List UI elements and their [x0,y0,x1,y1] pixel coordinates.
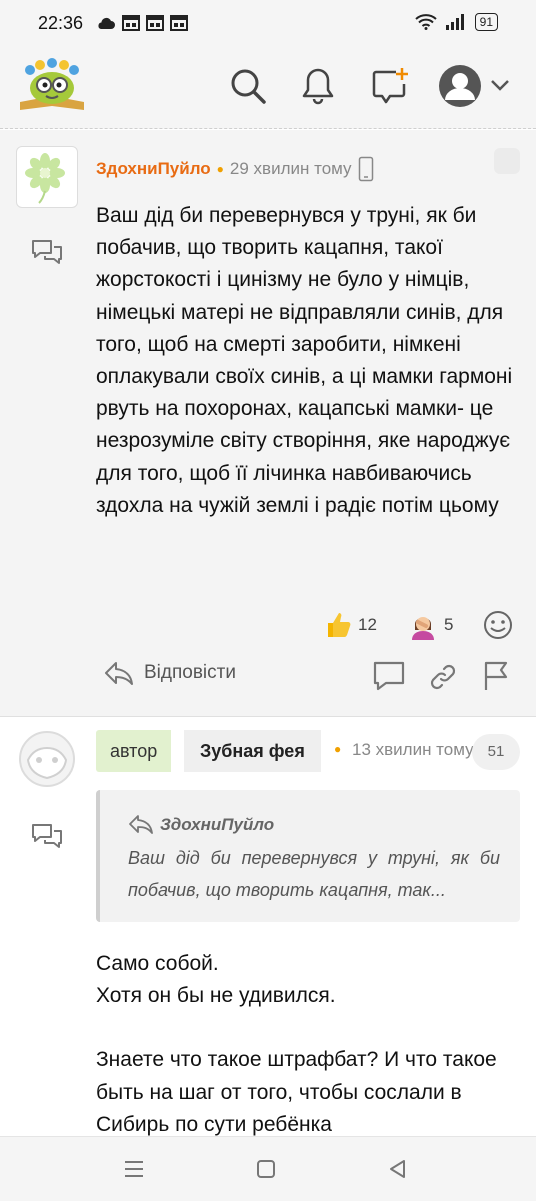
back-icon[interactable] [386,1157,410,1181]
author-badge: автор [96,730,172,772]
link-icon[interactable] [428,662,458,692]
calendar-icon [122,15,140,31]
comment: ЗдохниПуйло ● 29 хвилин тому Ваш дід би … [0,130,536,717]
reply-label: Відповісти [144,662,236,683]
new-message-icon[interactable] [370,66,410,106]
chat-icon[interactable] [30,822,64,852]
separator-dot: ● [334,742,342,756]
user-menu[interactable] [438,64,512,108]
system-nav-bar [0,1136,536,1201]
comment: автор Зубная фея ● 13 хвилин тому 51 Здо… [0,718,536,1138]
calendar-icon [170,15,188,31]
search-icon[interactable] [228,66,268,106]
recent-apps-icon[interactable] [122,1157,146,1181]
quote-text: Ваш дід би перевернувся у труні, як би п… [128,848,500,900]
thumbs-up-icon [328,613,351,637]
reaction-count: 12 [358,615,377,634]
separator-dot: ● [216,162,224,176]
comment-avatar[interactable] [18,730,76,788]
chat-icon[interactable] [30,238,64,268]
comment-paragraph: Знаете что такое штрафбат? И что такое б… [96,1048,497,1136]
app-header [0,48,536,129]
comment-paragraph: Само собой. Хотя он бы не удивился. [96,952,336,1008]
reaction-thumbs-up[interactable]: 12 [324,610,377,640]
status-bar: 22:36 91 [0,0,536,48]
bell-icon[interactable] [300,66,336,106]
reaction-facepalm[interactable]: 5 [408,610,453,640]
notification-icons [96,15,188,31]
facepalm-icon [412,617,434,640]
reply-arrow-icon [105,662,133,685]
comment-text: Ваш дід би перевернувся у труні, як би п… [96,204,513,517]
comment-actions: Відповісти [0,652,536,702]
comment-count-badge[interactable]: 51 [472,734,520,770]
quote-author: ЗдохниПуйло [160,815,275,834]
quoted-comment[interactable]: ЗдохниПуйло Ваш дід би перевернувся у тр… [96,790,520,922]
add-reaction-icon[interactable] [482,609,514,641]
status-right: 91 [414,13,498,31]
comment-time: 13 хвилин тому [352,740,474,759]
mobile-device-icon [358,156,373,182]
reply-arrow-icon [129,815,153,834]
cloud-icon [98,17,115,29]
calendar-icon [146,15,164,31]
flag-icon[interactable] [482,660,512,692]
reply-button[interactable]: Відповісти [104,660,236,686]
reaction-count: 5 [444,615,454,634]
comment-avatar[interactable] [16,146,78,208]
site-logo[interactable] [16,56,88,116]
wifi-icon [414,14,437,30]
quote-comment-icon[interactable] [372,660,406,692]
status-time: 22:36 [38,13,84,33]
user-avatar-icon [439,65,481,107]
battery-icon: 91 [474,13,498,31]
quote-author-line: ЗдохниПуйло [128,814,274,836]
comment-meta: ЗдохниПуйло ● 29 хвилин тому [96,156,374,182]
comment-menu-button[interactable] [494,148,520,174]
home-icon[interactable] [254,1157,278,1181]
signal-icon [445,14,464,30]
comment-time: 29 хвилин тому [229,159,352,178]
comment-author[interactable]: ЗдохниПуйло [96,159,211,179]
chevron-down-icon [491,80,509,91]
flower-avatar-icon [25,153,65,204]
comment-author[interactable]: Зубная фея [184,730,321,772]
